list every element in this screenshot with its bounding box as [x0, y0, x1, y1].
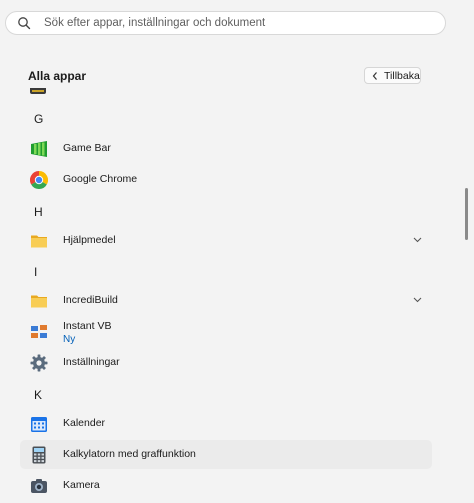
- letter-header-g[interactable]: G: [34, 112, 43, 126]
- app-name: Game Bar: [63, 142, 111, 154]
- page-title: Alla appar: [28, 69, 87, 83]
- camera-icon: [31, 479, 47, 493]
- app-name: Kalkylatorn med graffunktion: [63, 448, 196, 460]
- chrome-icon: [30, 171, 48, 189]
- app-list: G Game Bar Google Chrome H Hjälpmedel I …: [0, 88, 462, 503]
- app-name: Google Chrome: [63, 173, 138, 185]
- app-item-incredibuild[interactable]: IncrediBuild: [20, 286, 432, 315]
- letter-header-h[interactable]: H: [34, 205, 43, 219]
- app-item-game-bar[interactable]: Game Bar: [20, 134, 432, 163]
- app-name: Kamera: [63, 479, 100, 491]
- folder-icon: [31, 235, 47, 248]
- search-icon: [18, 17, 31, 30]
- search-input[interactable]: Sök efter appar, inställningar och dokum…: [44, 17, 265, 29]
- app-name: Inställningar: [63, 356, 120, 368]
- calculator-icon: [32, 446, 46, 464]
- app-name: Hjälpmedel: [63, 234, 116, 246]
- letter-header-i[interactable]: I: [34, 265, 37, 279]
- folder-icon: [31, 295, 47, 308]
- game-bar-icon: [31, 141, 47, 157]
- app-name: IncrediBuild: [63, 294, 118, 306]
- new-badge: Ny: [63, 334, 76, 345]
- app-item-installningar[interactable]: Inställningar: [20, 348, 432, 377]
- app-item-kalender[interactable]: Kalender: [20, 409, 432, 438]
- app-item-google-chrome[interactable]: Google Chrome: [20, 165, 432, 194]
- app-item-kalkylatorn[interactable]: Kalkylatorn med graffunktion: [20, 440, 432, 469]
- chevron-down-icon[interactable]: [413, 297, 422, 303]
- partial-app-icon: [30, 88, 46, 94]
- chevron-left-icon: [372, 72, 377, 80]
- app-name: Instant VB: [63, 320, 112, 332]
- app-name: Kalender: [63, 417, 106, 429]
- search-box[interactable]: Sök efter appar, inställningar och dokum…: [5, 11, 446, 35]
- gear-icon: [30, 354, 48, 372]
- instant-vb-icon: [31, 325, 47, 338]
- scrollbar-thumb[interactable]: [465, 188, 468, 240]
- calendar-icon: [31, 417, 47, 432]
- back-button[interactable]: Tillbaka: [364, 67, 421, 84]
- app-item-instant-vb[interactable]: Instant VB Ny: [20, 317, 432, 346]
- app-item-hjalpmedel[interactable]: Hjälpmedel: [20, 226, 432, 255]
- app-item-kamera[interactable]: Kamera: [20, 471, 432, 500]
- chevron-down-icon[interactable]: [413, 237, 422, 243]
- letter-header-k[interactable]: K: [34, 388, 42, 402]
- back-button-label: Tillbaka: [384, 70, 420, 82]
